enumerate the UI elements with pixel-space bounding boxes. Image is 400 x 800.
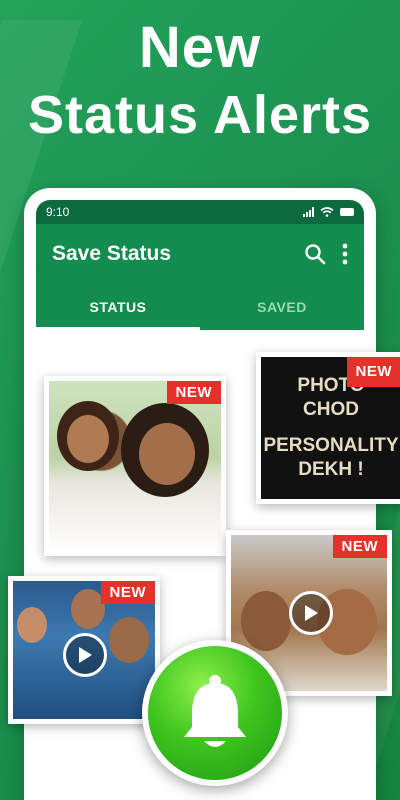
wifi-icon	[320, 207, 334, 217]
new-badge: NEW	[346, 357, 400, 387]
app-bar-actions	[304, 243, 348, 265]
search-icon[interactable]	[304, 243, 326, 265]
tab-saved[interactable]: SAVED	[200, 284, 364, 330]
status-card-crowd[interactable]: NEW	[8, 576, 160, 724]
more-vert-icon[interactable]	[342, 243, 348, 265]
status-bar: 9:10	[36, 200, 364, 224]
quote-line: DEKH !	[298, 459, 364, 480]
headline-line1: New	[138, 15, 262, 80]
signal-icon	[303, 207, 314, 217]
new-badge: NEW	[100, 581, 155, 604]
play-icon	[79, 647, 92, 663]
woman-face	[139, 423, 195, 485]
quote-image: PHOTO CHOD PERSONALITY DEKH ! NEW	[261, 357, 400, 499]
app-title: Save Status	[52, 242, 172, 265]
tab-indicator	[36, 327, 200, 330]
person-figure	[109, 617, 149, 663]
notification-bell-button[interactable]	[142, 640, 288, 786]
battery-icon	[340, 208, 354, 216]
status-time: 9:10	[46, 205, 70, 219]
new-badge: NEW	[332, 535, 387, 558]
play-icon	[305, 605, 318, 621]
status-icons	[303, 207, 354, 217]
play-button[interactable]	[63, 633, 107, 677]
play-button[interactable]	[289, 591, 333, 635]
status-card-family[interactable]: NEW	[44, 376, 226, 556]
new-badge: NEW	[166, 381, 221, 404]
child-face	[67, 415, 109, 463]
bell-icon	[184, 675, 246, 747]
quote-line: PERSONALITY	[263, 435, 399, 456]
headline-line2: Status Alerts	[27, 85, 373, 145]
family-photo: NEW	[49, 381, 221, 551]
quote-line: CHOD	[303, 399, 359, 420]
wrestler-figure	[241, 591, 291, 651]
tab-status[interactable]: STATUS	[36, 284, 200, 330]
crowd-video-thumbnail: NEW	[13, 581, 155, 719]
status-card-quote[interactable]: PHOTO CHOD PERSONALITY DEKH ! NEW	[256, 352, 400, 504]
person-figure	[17, 607, 47, 643]
app-bar: Save Status	[36, 224, 364, 284]
tab-bar: STATUS SAVED	[36, 284, 364, 330]
bell-circle	[148, 646, 282, 780]
